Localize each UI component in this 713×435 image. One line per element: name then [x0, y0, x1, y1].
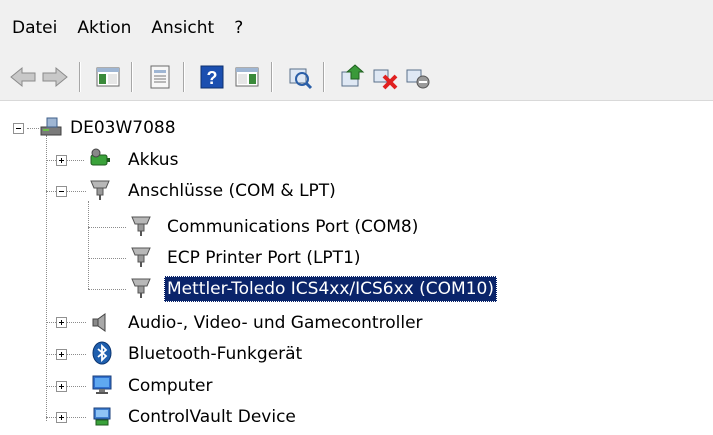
collapse-toggle[interactable] [56, 186, 67, 197]
tree-item-audio[interactable]: Audio-, Video- und Gamecontroller [125, 310, 426, 336]
port-connector-icon [129, 214, 153, 238]
tree-connector [88, 201, 89, 289]
tree-item-controlvault[interactable]: ControlVault Device [125, 404, 299, 430]
tree-item-bluetooth[interactable]: Bluetooth-Funkgerät [125, 341, 305, 367]
device-tree[interactable]: DE03W7088 Akkus Anschlüsse (COM & LPT) C… [0, 101, 713, 435]
toolbar: ? [0, 56, 713, 101]
port-connector-icon [129, 276, 153, 300]
tree-connector [88, 227, 126, 228]
monitor-icon [90, 373, 114, 397]
forward-arrow-icon[interactable] [40, 62, 70, 92]
menu-datei[interactable]: Datei [0, 0, 67, 56]
tree-item-communications-port[interactable]: Communications Port (COM8) [164, 214, 421, 240]
disable-device-icon[interactable] [403, 62, 433, 92]
tree-item-akkus[interactable]: Akkus [125, 147, 181, 173]
expand-toggle[interactable] [56, 412, 67, 423]
toolbar-separator [79, 62, 81, 92]
tree-root-label[interactable]: DE03W7088 [67, 115, 179, 141]
tree-connector [88, 289, 126, 290]
tree-item-anschluesse[interactable]: Anschlüsse (COM & LPT) [125, 178, 339, 204]
uninstall-device-icon[interactable] [370, 62, 400, 92]
update-driver-icon[interactable] [337, 62, 367, 92]
tree-connector [46, 135, 47, 421]
computer-root-icon [39, 115, 63, 139]
help-icon[interactable]: ? [197, 62, 227, 92]
toolbar-separator [131, 62, 133, 92]
scan-hardware-changes-icon[interactable] [285, 62, 315, 92]
controlvault-device-icon [90, 404, 114, 428]
expand-toggle[interactable] [56, 381, 67, 392]
svg-text:?: ? [207, 68, 218, 88]
show-action-pane-icon[interactable] [232, 62, 262, 92]
menu-ansicht[interactable]: Ansicht [141, 0, 224, 56]
port-connector-icon [88, 178, 112, 202]
expand-toggle[interactable] [56, 155, 67, 166]
tree-item-ecp-printer-port[interactable]: ECP Printer Port (LPT1) [164, 245, 364, 271]
port-connector-icon [129, 245, 153, 269]
toolbar-separator [323, 62, 325, 92]
battery-icon [88, 147, 112, 171]
collapse-toggle[interactable] [13, 123, 24, 134]
menu-help[interactable]: ? [224, 0, 253, 56]
toolbar-separator [183, 62, 185, 92]
expand-toggle[interactable] [56, 317, 67, 328]
expand-toggle[interactable] [56, 349, 67, 360]
tree-connector [27, 128, 39, 129]
bluetooth-icon [90, 341, 114, 365]
menu-aktion[interactable]: Aktion [67, 0, 141, 56]
tree-item-computer[interactable]: Computer [125, 373, 216, 399]
speaker-icon [88, 310, 112, 334]
toolbar-separator [271, 62, 273, 92]
menu-bar: Datei Aktion Ansicht ? [0, 0, 713, 56]
show-hide-console-tree-icon[interactable] [93, 62, 123, 92]
tree-item-mettler-toledo-selected[interactable]: Mettler-Toledo ICS4xx/ICS6xx (COM10) [164, 276, 497, 302]
properties-icon[interactable] [145, 62, 175, 92]
tree-connector [88, 258, 126, 259]
back-arrow-icon[interactable] [8, 62, 38, 92]
